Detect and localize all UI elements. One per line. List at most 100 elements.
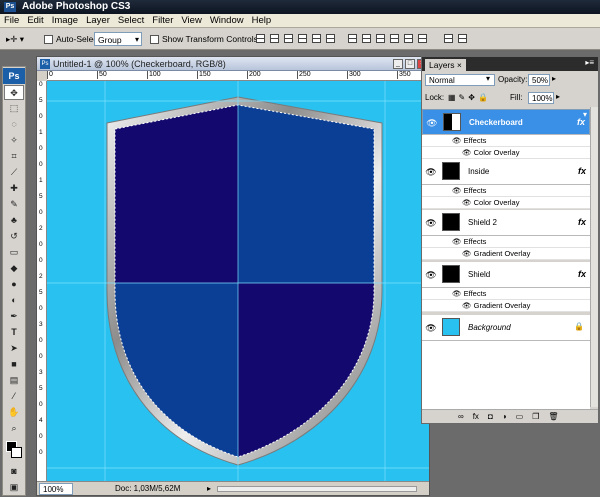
maximize-button[interactable]: □	[405, 59, 415, 69]
lasso-tool-icon[interactable]: ◌	[4, 117, 24, 132]
distribute-icon[interactable]	[418, 34, 427, 43]
align-icon[interactable]	[326, 34, 335, 43]
pen-tool-icon[interactable]: ✒	[4, 309, 24, 324]
link-layers-icon[interactable]: ∞	[458, 412, 464, 421]
paint-bucket-icon[interactable]: ◆	[4, 261, 24, 276]
crop-tool-icon[interactable]: ⌗	[4, 149, 24, 164]
shape-tool-icon[interactable]: ■	[4, 357, 24, 372]
layer-row-shield[interactable]: 👁 Shield fx	[422, 262, 590, 288]
delete-layer-icon[interactable]: 🗑	[548, 412, 558, 421]
effects-eye-icon[interactable]: 👁	[452, 237, 462, 246]
status-arrow-icon[interactable]: ▸	[207, 482, 211, 496]
effects-row[interactable]: 👁 Effects	[422, 135, 590, 147]
add-mask-icon[interactable]: ◘	[488, 412, 493, 421]
layer-row-inside[interactable]: 👁 Inside fx	[422, 159, 590, 185]
add-style-icon[interactable]: fx	[473, 412, 479, 421]
effect-row[interactable]: 👁 Gradient Overlay	[422, 300, 590, 312]
color-swatches-icon[interactable]	[4, 437, 24, 463]
menu-view[interactable]: View	[177, 14, 205, 28]
effect-row[interactable]: 👁 Gradient Overlay	[422, 248, 590, 260]
distribute-buttons-2[interactable]	[444, 34, 472, 44]
effects-eye-icon[interactable]: 👁	[452, 136, 462, 145]
opacity-field[interactable]: 50%	[528, 74, 550, 86]
distribute-icon[interactable]	[362, 34, 371, 43]
effect-eye-icon[interactable]: 👁	[462, 301, 472, 310]
visibility-eye-icon[interactable]: 👁	[424, 218, 438, 229]
eyedropper-icon[interactable]: ⁄	[4, 389, 24, 404]
auto-select-checkbox[interactable]	[44, 35, 53, 45]
lock-icons[interactable]: ▦✎✥🔒	[448, 93, 491, 102]
move-tool-icon[interactable]: ✥	[4, 85, 24, 100]
blur-tool-icon[interactable]: ●	[4, 277, 24, 292]
screen-mode-icon[interactable]: ▣	[4, 480, 24, 495]
eraser-tool-icon[interactable]: ▭	[4, 245, 24, 260]
auto-select-dropdown[interactable]: Group	[94, 32, 142, 47]
effects-eye-icon[interactable]: 👁	[452, 289, 462, 298]
effect-eye-icon[interactable]: 👁	[462, 198, 472, 207]
layer-row-shield-2[interactable]: 👁 Shield 2 fx	[422, 210, 590, 236]
minimize-button[interactable]: _	[393, 59, 403, 69]
distribute-buttons[interactable]	[348, 34, 432, 44]
effects-row[interactable]: 👁 Effects	[422, 288, 590, 300]
adjustment-layer-icon[interactable]: ◑	[502, 412, 507, 421]
tool-preset-picker[interactable]: ▸✛ ▾	[6, 32, 24, 46]
distribute-icon[interactable]	[390, 34, 399, 43]
slice-tool-icon[interactable]: ⟋	[4, 165, 24, 180]
panel-menu-icon[interactable]: ▸≡	[585, 58, 594, 67]
visibility-eye-icon[interactable]: 👁	[424, 167, 438, 178]
menu-edit[interactable]: Edit	[23, 14, 47, 28]
menu-window[interactable]: Window	[206, 14, 248, 28]
fill-slider-arrow-icon[interactable]: ▸	[556, 92, 560, 101]
layer-row-checkerboard[interactable]: 👁 Checkerboard fx	[422, 109, 590, 135]
distribute-icon[interactable]	[458, 34, 467, 43]
layers-tab[interactable]: Layers ×	[425, 59, 466, 71]
effects-eye-icon[interactable]: 👁	[452, 186, 462, 195]
menu-select[interactable]: Select	[114, 14, 148, 28]
blend-mode-dropdown[interactable]: Normal	[425, 74, 495, 86]
menu-file[interactable]: File	[0, 14, 23, 28]
distribute-icon[interactable]	[404, 34, 413, 43]
horizontal-scrollbar[interactable]	[217, 486, 417, 492]
visibility-eye-icon[interactable]: 👁	[424, 323, 438, 334]
distribute-icon[interactable]	[444, 34, 453, 43]
align-icon[interactable]	[270, 34, 279, 43]
align-icon[interactable]	[284, 34, 293, 43]
document-title-bar[interactable]: Ps Untitled-1 @ 100% (Checkerboard, RGB/…	[37, 57, 429, 71]
menu-help[interactable]: Help	[248, 14, 276, 28]
healing-brush-icon[interactable]: ✚	[4, 181, 24, 196]
history-brush-icon[interactable]: ↺	[4, 229, 24, 244]
align-icon[interactable]	[312, 34, 321, 43]
effect-row[interactable]: 👁 Color Overlay	[422, 147, 590, 159]
effects-row[interactable]: 👁 Effects	[422, 185, 590, 197]
new-group-icon[interactable]: ▭	[516, 412, 524, 421]
effect-eye-icon[interactable]: 👁	[462, 148, 472, 157]
effect-eye-icon[interactable]: 👁	[462, 249, 472, 258]
zoom-field[interactable]: 100%	[39, 483, 73, 495]
layer-row-background[interactable]: 👁 Background 🔒	[422, 315, 590, 341]
brush-tool-icon[interactable]: ✎	[4, 197, 24, 212]
magic-wand-tool-icon[interactable]: ✧	[4, 133, 24, 148]
align-icon[interactable]	[256, 34, 265, 43]
layers-scrollbar[interactable]	[590, 107, 598, 407]
fx-icon[interactable]: fx	[578, 269, 586, 279]
menu-layer[interactable]: Layer	[82, 14, 114, 28]
visibility-eye-icon[interactable]: 👁	[424, 270, 438, 281]
effects-row[interactable]: 👁 Effects	[422, 236, 590, 248]
marquee-tool-icon[interactable]: ⬚	[4, 101, 24, 116]
align-buttons[interactable]	[256, 34, 340, 44]
fx-icon[interactable]: fx	[577, 117, 585, 127]
visibility-eye-icon[interactable]: 👁	[425, 118, 439, 129]
distribute-icon[interactable]	[376, 34, 385, 43]
zoom-tool-icon[interactable]: ⌕	[4, 421, 24, 436]
distribute-icon[interactable]	[348, 34, 357, 43]
canvas[interactable]	[47, 81, 429, 481]
fx-icon[interactable]: fx	[578, 166, 586, 176]
clone-stamp-icon[interactable]: ♣	[4, 213, 24, 228]
align-icon[interactable]	[298, 34, 307, 43]
transform-controls-toggle[interactable]: Show Transform Controls	[150, 32, 258, 46]
fx-icon[interactable]: fx	[578, 217, 586, 227]
menu-filter[interactable]: Filter	[148, 14, 177, 28]
notes-tool-icon[interactable]: ▤	[4, 373, 24, 388]
hand-tool-icon[interactable]: ✋	[4, 405, 24, 420]
menu-image[interactable]: Image	[48, 14, 82, 28]
